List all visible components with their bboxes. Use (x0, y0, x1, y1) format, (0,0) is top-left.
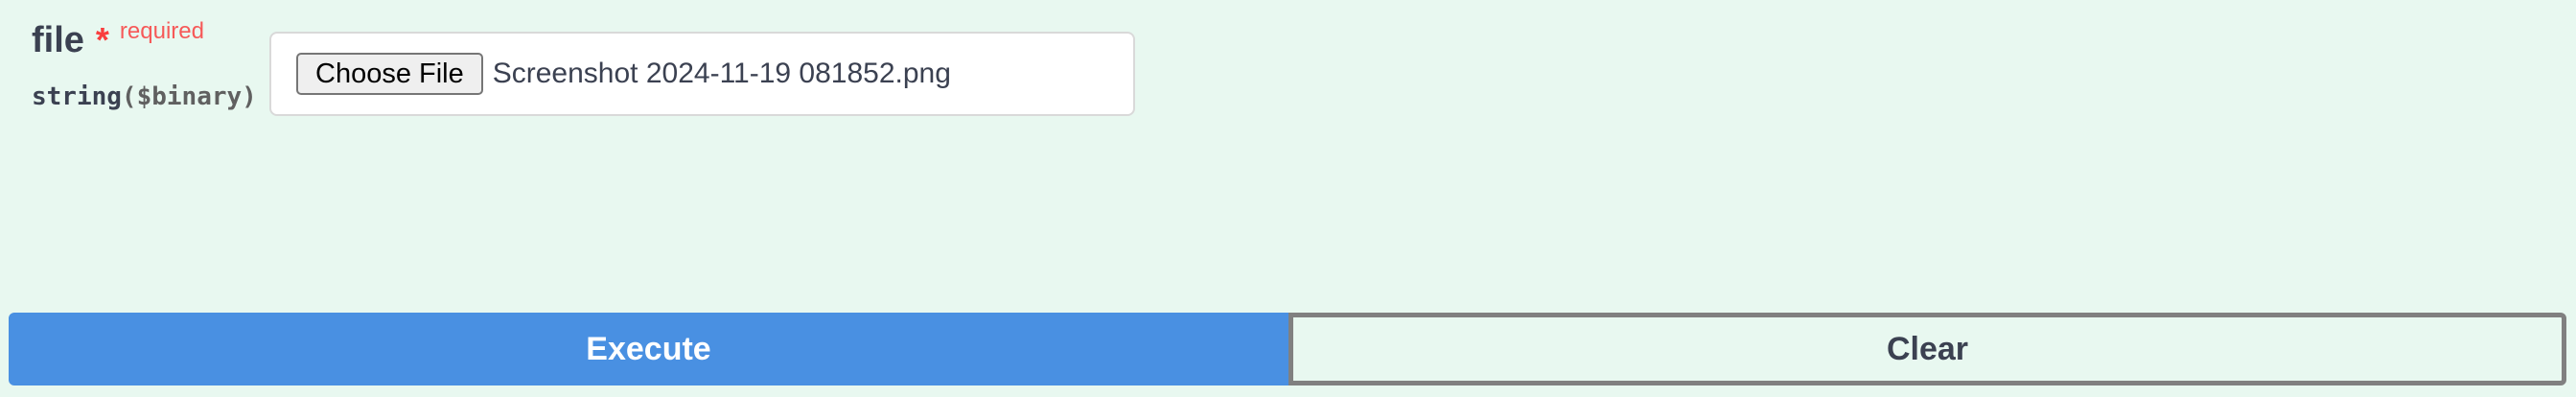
parameter-type: string($binary) (32, 82, 257, 111)
choose-file-button[interactable]: Choose File (296, 53, 483, 95)
parameter-name-column: file * required string($binary) (32, 19, 257, 112)
action-buttons: Execute Clear (9, 313, 2566, 385)
parameter-type-prefix: string (32, 82, 122, 111)
clear-button[interactable]: Clear (1288, 313, 2566, 385)
required-label: required (119, 18, 204, 44)
required-marker: * (95, 20, 109, 59)
selected-file-name: Screenshot 2024-11-19 081852.png (492, 58, 951, 89)
parameter-name: file (32, 20, 84, 60)
parameter-type-format: ($binary) (121, 82, 257, 111)
file-input[interactable]: Choose File Screenshot 2024-11-19 081852… (269, 32, 1135, 116)
execute-button[interactable]: Execute (9, 313, 1288, 385)
parameter-name-line: file * required (32, 19, 257, 61)
